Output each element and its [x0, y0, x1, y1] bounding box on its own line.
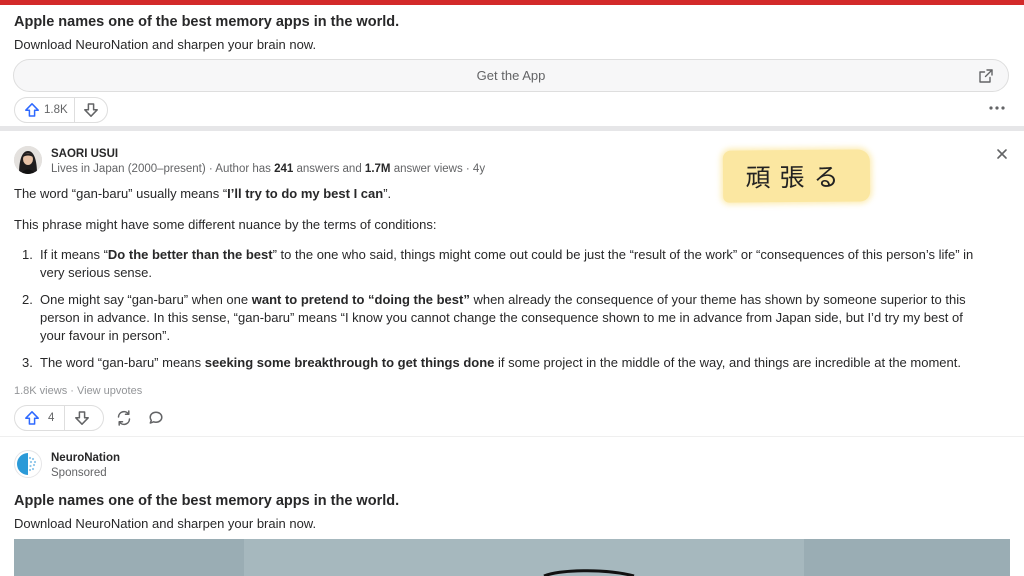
cred-mid: answers and [293, 163, 365, 175]
brain-logo-icon [17, 453, 37, 475]
overlay-note: 頑張る [722, 149, 871, 203]
get-the-app-button[interactable]: Get the App [13, 59, 1009, 92]
share-icon[interactable] [115, 409, 133, 427]
close-icon[interactable] [995, 147, 1009, 161]
ad-image[interactable] [14, 539, 1010, 576]
ad-description: Download NeuroNation and sharpen your br… [14, 37, 317, 52]
top-accent-bar [0, 0, 1024, 5]
list-item-number: 2. [22, 292, 33, 307]
p1-text: The word “gan-baru” usually means “ [14, 186, 228, 201]
answer-paragraph-1: The word “gan-baru” usually means “I’ll … [14, 185, 391, 203]
cred-prefix: Lives in Japan (2000–present) · Author h… [51, 163, 275, 175]
p1-bold: I’ll try to do my best I can [227, 186, 384, 201]
view-upvotes-link[interactable]: View upvotes [77, 385, 142, 397]
ad-vote-group: 1.8K [14, 97, 108, 123]
author-photo [14, 146, 42, 174]
get-the-app-label: Get the App [476, 68, 546, 83]
upvote-button[interactable]: 1.8K [15, 98, 74, 122]
list-item-number: 3. [22, 355, 33, 370]
section-divider [0, 436, 1024, 437]
answer-vote-group: 4 [14, 405, 104, 431]
ad-description: Download NeuroNation and sharpen your br… [14, 516, 317, 531]
item-bold: Do the better than the best [107, 247, 273, 262]
item-bold: seeking some breakthrough to get things … [204, 355, 495, 370]
item-text: If it means “ [40, 247, 108, 262]
author-credentials: Lives in Japan (2000–present) · Author h… [51, 163, 485, 175]
p1-end: ”. [383, 186, 392, 201]
item-text: if some project in the middle of the way… [494, 355, 961, 370]
upvote-count: 4 [48, 412, 55, 424]
item-text: The word “gan-baru” means [40, 355, 205, 370]
list-item: 2. One might say “gan-baru” when one want… [14, 291, 989, 345]
upvote-count: 1.8K [44, 104, 68, 116]
sponsor-logo[interactable] [14, 450, 42, 478]
downvote-button[interactable] [75, 98, 107, 122]
author-name[interactable]: SAORI USUI [51, 148, 118, 160]
list-item: 3. The word “gan-baru” means seeking some… [14, 354, 989, 372]
external-link-icon [979, 69, 993, 83]
views-count: 1.8K views [14, 385, 68, 397]
list-item-number: 1. [22, 247, 33, 262]
comment-icon[interactable] [147, 409, 165, 427]
more-icon[interactable] [988, 103, 1006, 113]
downvote-icon [83, 103, 98, 117]
answer-views: 1.7M [364, 163, 391, 175]
ad-image-art [244, 539, 804, 576]
downvote-icon [75, 411, 90, 425]
feed-divider [0, 126, 1024, 131]
list-item: 1. If it means “Do the better than the be… [14, 246, 989, 282]
upvote-button[interactable]: 4 [15, 406, 64, 430]
answers-count: 241 [274, 163, 294, 175]
upvote-icon [25, 103, 39, 117]
item-text: One might say “gan-baru” when one [40, 292, 252, 307]
downvote-button[interactable] [65, 406, 99, 430]
ad-title[interactable]: Apple names one of the best memory apps … [14, 14, 399, 30]
answer-stats: 1.8K views · View upvotes [14, 385, 142, 397]
avatar[interactable] [14, 146, 42, 174]
cred-suffix: answer views · 4y [390, 163, 486, 175]
ad-title[interactable]: Apple names one of the best memory apps … [14, 493, 399, 509]
item-bold: want to pretend to “doing the best” [251, 292, 470, 307]
answer-paragraph-2: This phrase might have some different nu… [14, 217, 437, 232]
upvote-icon [25, 411, 39, 425]
stats-separator: · [67, 385, 77, 397]
sponsored-label: Sponsored [51, 467, 107, 479]
sponsor-name[interactable]: NeuroNation [51, 452, 120, 464]
answer-list: 1. If it means “Do the better than the be… [14, 246, 989, 381]
